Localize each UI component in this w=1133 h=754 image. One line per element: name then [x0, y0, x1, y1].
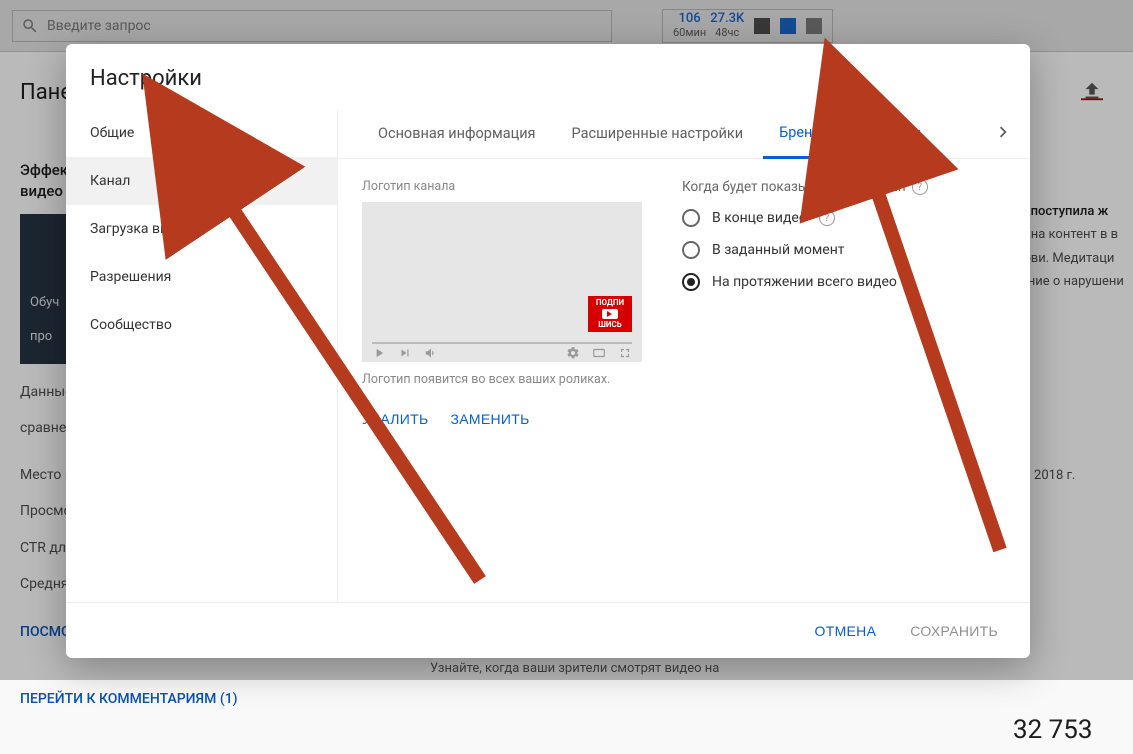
tabs: Основная информация Расширенные настройк… [338, 109, 1030, 159]
replace-button[interactable]: ЗАМЕНИТЬ [450, 405, 529, 433]
settings-icon[interactable] [566, 346, 580, 360]
sidebar-item-upload[interactable]: Загрузка видео [66, 205, 337, 253]
modal-title: Настройки [66, 44, 1030, 109]
youtube-icon [602, 309, 618, 319]
caption: Логотип появится во всех ваших роликах. [362, 372, 642, 387]
watermark-logo: ПОДПИ ШИСЬ [588, 296, 632, 332]
logo-label: Логотип канала [362, 179, 642, 194]
modal-sidebar: Общие Канал Загрузка видео Разрешения Со… [66, 109, 338, 602]
radio-icon [682, 209, 700, 227]
tab-basic-info[interactable]: Основная информация [362, 109, 552, 158]
sidebar-item-general[interactable]: Общие [66, 109, 337, 157]
tab-access[interactable]: Досту [864, 109, 937, 158]
branding-form: Логотип канала ПОДПИ ШИСЬ [338, 159, 1030, 453]
sidebar-item-permissions[interactable]: Разрешения [66, 253, 337, 301]
next-icon[interactable] [398, 346, 412, 360]
radio-custom-time[interactable]: В заданный момент [682, 241, 1006, 259]
volume-icon[interactable] [424, 346, 438, 360]
radio-icon [682, 241, 700, 259]
save-button[interactable]: СОХРАНИТЬ [898, 613, 1010, 649]
modal-content: Основная информация Расширенные настройк… [338, 109, 1030, 602]
tabs-scroll-right[interactable] [992, 121, 1014, 147]
chevron-right-icon [992, 121, 1014, 143]
settings-modal: Настройки Общие Канал Загрузка видео Раз… [66, 44, 1030, 658]
fullscreen-icon[interactable] [618, 346, 632, 360]
player-controls [362, 344, 642, 362]
modal-footer: ОТМЕНА СОХРАНИТЬ [66, 602, 1030, 658]
delete-button[interactable]: УДАЛИТЬ [362, 405, 428, 433]
when-label: Когда будет показываться логотип ? [682, 179, 1006, 195]
help-icon[interactable]: ? [819, 210, 835, 226]
sidebar-item-channel[interactable]: Канал [66, 157, 337, 205]
cancel-button[interactable]: ОТМЕНА [803, 613, 889, 649]
sidebar-item-community[interactable]: Сообщество [66, 301, 337, 349]
radio-end-of-video[interactable]: В конце видео ? [682, 209, 1006, 227]
radio-entire-video[interactable]: На протяжении всего видео [682, 273, 1006, 291]
play-icon[interactable] [372, 346, 386, 360]
tab-advanced[interactable]: Расширенные настройки [556, 109, 760, 158]
video-preview: ПОДПИ ШИСЬ [362, 202, 642, 362]
theater-icon[interactable] [592, 346, 606, 360]
radio-icon [682, 273, 700, 291]
help-icon[interactable]: ? [912, 179, 928, 195]
tab-branding[interactable]: Брендинг [763, 110, 860, 159]
